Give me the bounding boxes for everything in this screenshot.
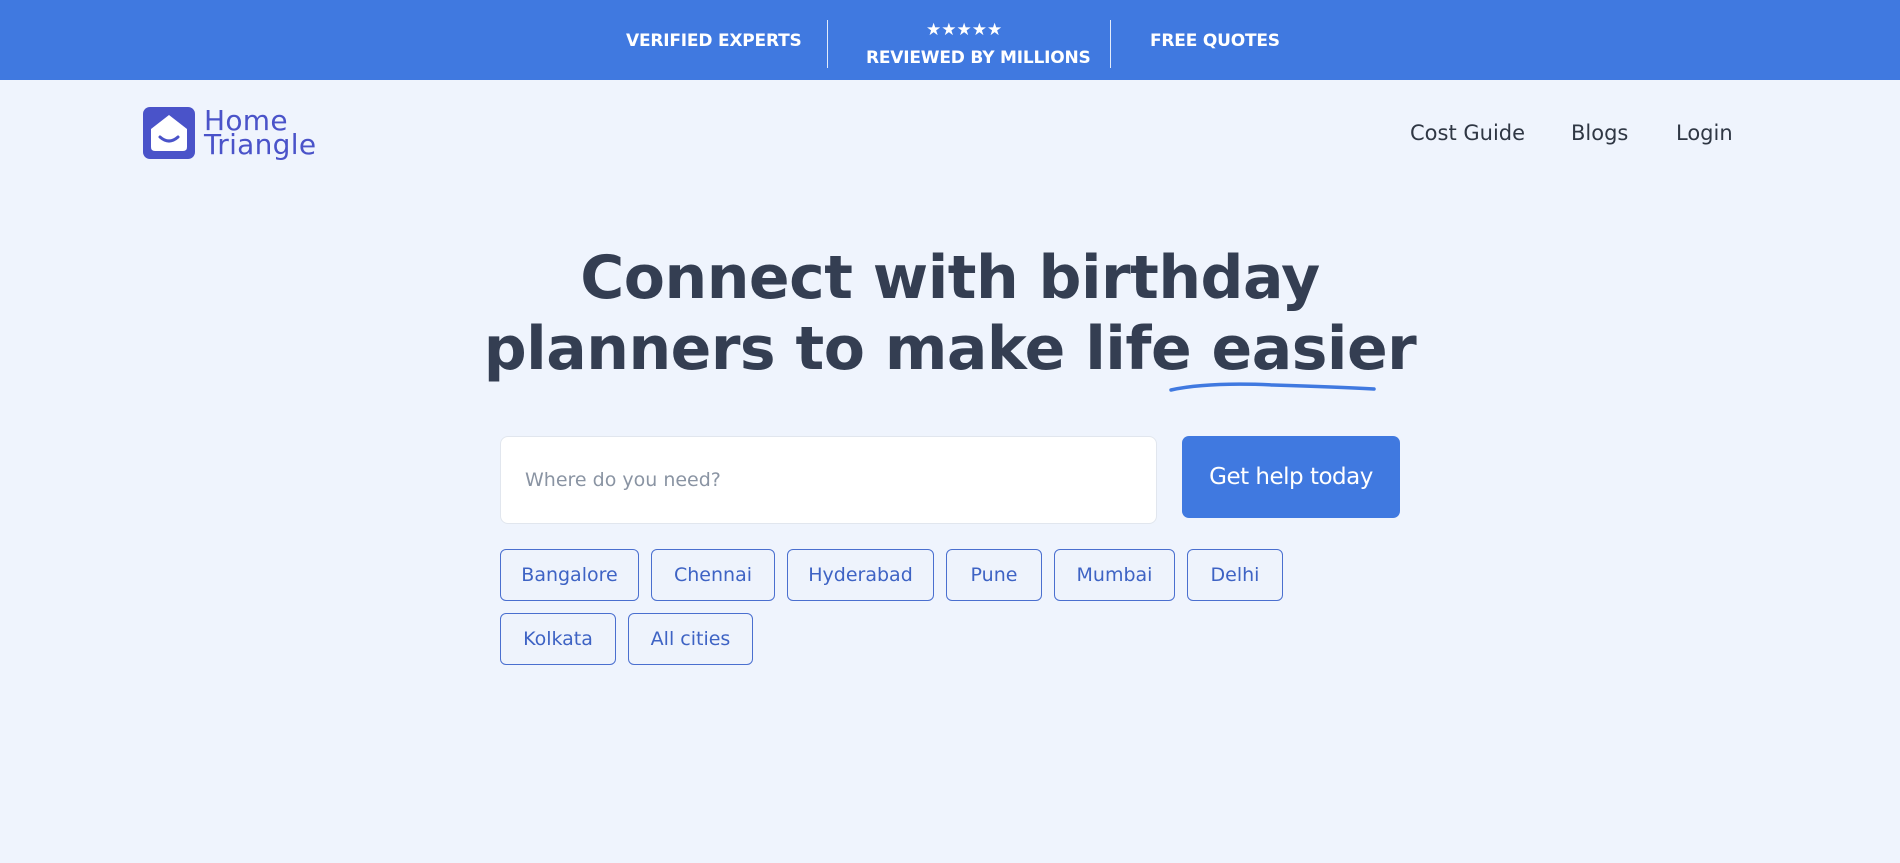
get-help-today-button[interactable]: Get help today xyxy=(1182,436,1400,518)
city-chip-bangalore[interactable]: Bangalore xyxy=(500,549,639,601)
hero-heading-line-1: Connect with birthday xyxy=(580,243,1320,313)
city-chip-kolkata[interactable]: Kolkata xyxy=(500,613,616,665)
city-chip-mumbai[interactable]: Mumbai xyxy=(1054,549,1175,601)
hero-heading-line-2: planners to make life easier xyxy=(483,314,1417,384)
logo-text-triangle: Triangle xyxy=(204,128,317,161)
nav-login[interactable]: Login xyxy=(1676,121,1733,145)
city-chip-all-cities[interactable]: All cities xyxy=(628,613,753,665)
nav-cost-guide[interactable]: Cost Guide xyxy=(1410,121,1525,145)
top-banner: VERIFIED EXPERTS ★★★★★ REVIEWED BY MILLI… xyxy=(0,0,1900,80)
city-chip-delhi[interactable]: Delhi xyxy=(1187,549,1283,601)
verified-experts-text: VERIFIED EXPERTS xyxy=(626,31,802,51)
free-quotes-text: FREE QUOTES xyxy=(1150,31,1280,51)
location-search-box[interactable] xyxy=(500,436,1157,524)
banner-divider xyxy=(1110,20,1111,68)
city-chip-pune[interactable]: Pune xyxy=(946,549,1042,601)
squiggle-underline xyxy=(1169,382,1376,392)
reviewed-by-millions-text: REVIEWED BY MILLIONS xyxy=(866,48,1091,68)
banner-divider xyxy=(827,20,828,68)
city-chip-hyderabad[interactable]: Hyderabad xyxy=(787,549,934,601)
location-search-input[interactable] xyxy=(525,437,1125,523)
house-smile-icon xyxy=(143,107,195,159)
rating-stars: ★★★★★ xyxy=(926,20,1003,40)
city-chip-chennai[interactable]: Chennai xyxy=(651,549,775,601)
nav-blogs[interactable]: Blogs xyxy=(1571,121,1628,145)
